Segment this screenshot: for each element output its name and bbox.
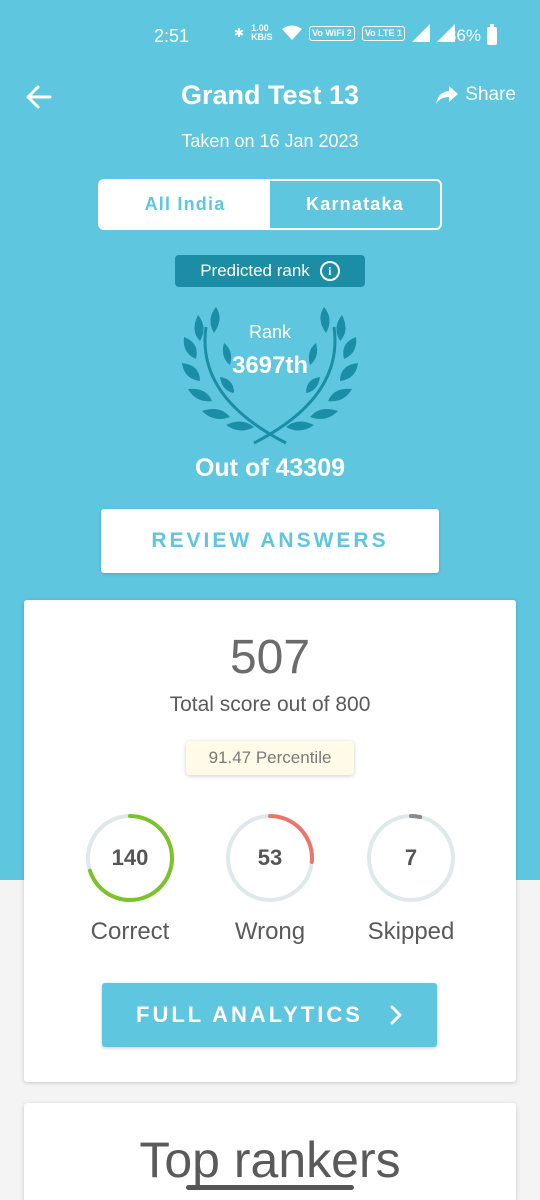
correct-count: 140 — [111, 845, 149, 870]
stat-skipped: 7 Skipped — [365, 812, 457, 952]
rank-label: Rank — [248, 322, 292, 342]
home-indicator[interactable] — [186, 1185, 354, 1190]
top-rankers-title: Top rankers — [139, 1132, 401, 1188]
tab-karnataka[interactable]: Karnataka — [270, 181, 440, 228]
wrong-count: 53 — [257, 845, 283, 870]
predicted-rank-badge[interactable]: Predicted rank i — [175, 255, 365, 287]
total-score: 507 — [229, 631, 311, 684]
share-label: Share — [465, 84, 516, 105]
net-speed: 1.00 KB/S — [251, 23, 273, 42]
signal-icon — [412, 24, 430, 42]
bluetooth-icon: ✱ — [234, 26, 245, 40]
status-bar: 2:51 ✱ 1.00 KB/S Vo WiFi 2 Vo LTE 1 86% — [0, 0, 540, 72]
review-answers-button[interactable]: REVIEW ANSWERS — [101, 509, 439, 573]
volte-badge: Vo LTE 1 — [361, 25, 405, 41]
percentile-badge: 91.47 Percentile — [186, 741, 354, 775]
rank-out-of: Out of 43309 — [194, 454, 346, 482]
battery-percent: 86% — [447, 26, 482, 45]
info-icon[interactable]: i — [319, 261, 340, 281]
total-score-subtitle: Total score out of 800 — [169, 693, 371, 716]
share-button[interactable]: Share — [435, 84, 516, 106]
status-icons: ✱ 1.00 KB/S Vo WiFi 2 Vo LTE 1 — [234, 24, 455, 42]
battery-status: 86% — [447, 24, 498, 46]
battery-icon — [487, 24, 498, 45]
wrong-label: Wrong — [234, 918, 306, 945]
tab-all-india[interactable]: All India — [100, 181, 270, 228]
region-toggle: All India Karnataka — [98, 179, 442, 230]
taken-on-date: Taken on 16 Jan 2023 — [181, 131, 359, 151]
full-analytics-button[interactable]: FULL ANALYTICS — [102, 983, 437, 1047]
skipped-count: 7 — [404, 845, 418, 870]
score-card: 507 Total score out of 800 91.47 Percent… — [24, 600, 516, 1082]
wifi-icon — [282, 25, 303, 40]
share-arrow-icon — [436, 86, 459, 104]
vowifi-badge: Vo WiFi 2 — [309, 25, 355, 41]
rank-value: 3697th — [231, 352, 309, 379]
predicted-rank-label: Predicted rank — [200, 261, 310, 280]
full-analytics-label: FULL ANALYTICS — [136, 1002, 363, 1027]
correct-label: Correct — [90, 918, 170, 945]
status-time: 2:51 — [154, 26, 190, 46]
stat-wrong: 53 Wrong — [224, 812, 316, 952]
stat-correct: 140 Correct — [84, 812, 176, 952]
skipped-label: Skipped — [367, 918, 455, 945]
chevron-right-icon — [390, 1005, 402, 1025]
